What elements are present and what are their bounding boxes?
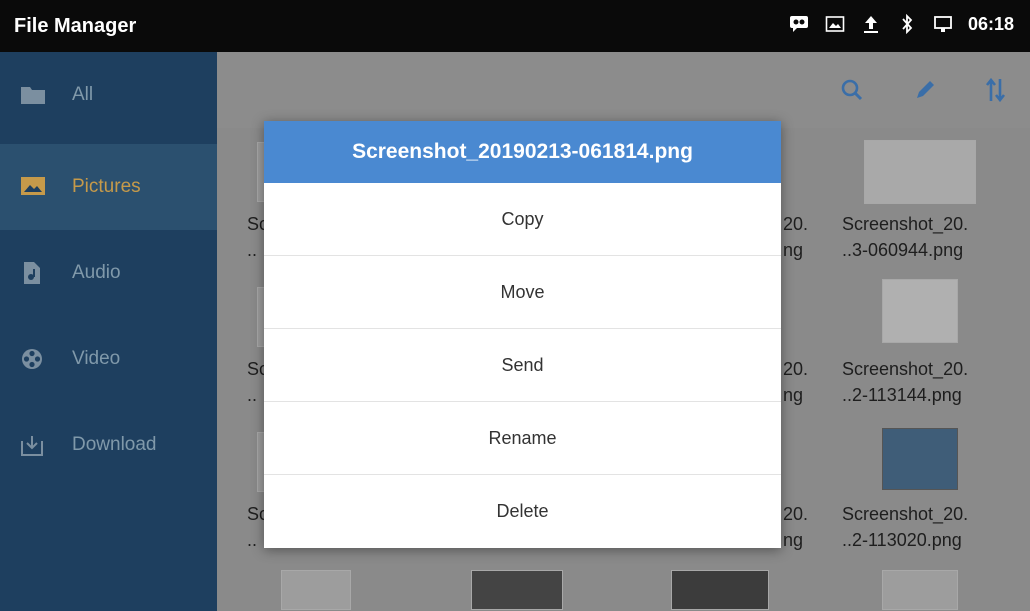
edit-icon[interactable] [907,72,943,108]
search-icon[interactable] [834,72,870,108]
sidebar: All Pictures Audio Video Download [0,52,217,611]
file-thumbnail [281,570,351,610]
gallery-icon [824,13,846,35]
list-item[interactable]: Screenshot_20. ..2-113020.png [842,422,1012,572]
picture-icon [20,175,46,199]
sort-icon[interactable] [977,72,1013,108]
bluetooth-icon [896,13,918,35]
list-item[interactable]: Screenshot_20. ..3-060944.png [842,132,1012,282]
rename-option[interactable]: Rename [264,402,781,475]
file-name-line2: ..3-060944.png [842,240,964,260]
file-name-line2: ..2-113144.png [842,385,962,405]
app-title: File Manager [14,15,137,37]
list-item[interactable]: Screenshot_20. ..2-113144.png [842,277,1012,427]
dialog-title: Screenshot_20190213-061814.png [264,121,781,183]
upload-icon [860,13,882,35]
file-action-dialog: Screenshot_20190213-061814.png Copy Move… [264,121,781,548]
file-name-line1: Screenshot_20. [842,214,969,234]
file-name-line1: Screenshot_20. [842,504,969,524]
display-icon [932,13,954,35]
audio-icon [20,261,46,285]
send-option[interactable]: Send [264,329,781,402]
status-icons: 06:18 [788,13,1014,35]
file-thumbnail [471,570,563,610]
sidebar-item-label: Download [72,434,157,455]
status-bar: File Manager 06:18 [0,0,1030,52]
list-item[interactable] [842,570,1012,610]
voicemail-icon [788,13,810,35]
sidebar-item-audio[interactable]: Audio [0,230,217,316]
copy-option[interactable]: Copy [264,183,781,256]
sidebar-item-video[interactable]: Video [0,316,217,402]
move-option[interactable]: Move [264,256,781,329]
folder-icon [20,83,46,107]
sidebar-item-pictures[interactable]: Pictures [0,144,217,230]
sidebar-item-label: Video [72,348,121,369]
clock: 06:18 [967,13,1014,34]
delete-option[interactable]: Delete [264,475,781,548]
sidebar-item-label: All [72,84,94,105]
list-item[interactable] [257,570,427,610]
video-icon [20,347,46,371]
file-thumbnail [882,428,958,490]
download-icon [20,433,46,457]
sidebar-item-label: Pictures [72,176,141,197]
sidebar-item-label: Audio [72,262,121,283]
file-thumbnail [882,570,958,610]
sidebar-item-all[interactable]: All [0,52,217,138]
file-name-line2: ..2-113020.png [842,530,962,550]
file-thumbnail [671,570,769,610]
toolbar [217,52,1030,128]
file-thumbnail [864,140,976,204]
list-item[interactable] [447,570,617,610]
file-name-line1: Screenshot_20. [842,359,969,379]
sidebar-item-download[interactable]: Download [0,402,217,488]
list-item[interactable] [647,570,817,610]
file-thumbnail [882,279,958,343]
